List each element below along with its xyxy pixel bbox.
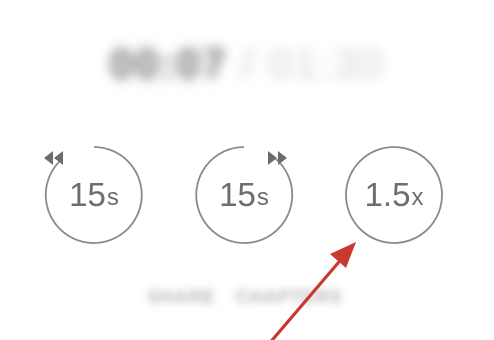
playback-time: 00:07 / 01:30	[0, 36, 494, 92]
time-separator: /	[241, 40, 255, 87]
chapters-action[interactable]: CHAPTERS	[236, 287, 343, 308]
speed-unit: x	[411, 184, 424, 211]
rewind-15s-button[interactable]: 15 s	[44, 145, 144, 245]
playback-speed-button[interactable]: 1.5 x	[344, 145, 444, 245]
forward-15s-button[interactable]: 15 s	[194, 145, 294, 245]
share-action[interactable]: SHARE	[147, 287, 215, 308]
total-time: 01:30	[268, 40, 385, 87]
forward-unit: s	[256, 184, 269, 211]
current-time: 00:07	[109, 40, 228, 87]
forward-amount: 15	[219, 176, 256, 213]
rewind-amount: 15	[69, 176, 106, 213]
rewind-unit: s	[106, 184, 119, 211]
bottom-actions: SHARE CHAPTERS	[120, 282, 370, 312]
speed-value: 1.5	[364, 176, 411, 213]
rewind-label: 15 s	[44, 145, 144, 245]
speed-label: 1.5 x	[344, 145, 444, 245]
forward-label: 15 s	[194, 145, 294, 245]
